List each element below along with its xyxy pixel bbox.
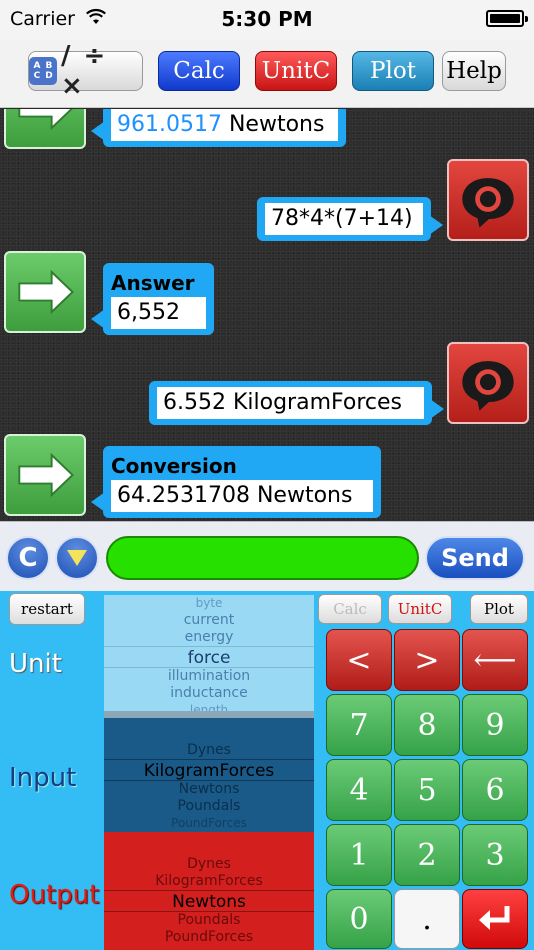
plot-keyboard-button[interactable]: Plot bbox=[470, 594, 528, 624]
picker-option[interactable]: Newtons bbox=[104, 781, 314, 798]
unitc-keyboard-button[interactable]: UnitC bbox=[388, 594, 452, 624]
answer-value[interactable]: 961.0517 Newtons bbox=[111, 109, 338, 141]
answer-heading: Conversion bbox=[111, 454, 237, 478]
speech-bubble-icon bbox=[462, 178, 514, 228]
triangle-down-icon bbox=[67, 550, 87, 566]
answer-avatar bbox=[4, 251, 86, 333]
key-0[interactable]: 0 bbox=[326, 889, 392, 949]
input-unit-picker[interactable]: Dynes KilogramForces Newtons Poundals Po… bbox=[104, 718, 314, 832]
arrow-right-icon bbox=[18, 269, 74, 315]
key-backspace[interactable]: ⟵ bbox=[462, 629, 528, 691]
user-expression[interactable]: 6.552 KilogramForces bbox=[157, 387, 424, 419]
output-label: Output bbox=[9, 880, 100, 910]
top-toolbar: AB CD / ÷ × Calc UnitC Plot Help bbox=[0, 40, 534, 108]
picker-selected-option[interactable]: KilogramForces bbox=[104, 759, 314, 781]
picker-option[interactable]: energy bbox=[104, 629, 314, 646]
unit-keyboard: restart Unit Input Output byte current e… bbox=[0, 591, 534, 950]
picker-divider bbox=[104, 711, 314, 718]
picker-option[interactable]: illumination bbox=[104, 668, 314, 685]
key-5[interactable]: 5 bbox=[394, 759, 460, 821]
send-button[interactable]: Send bbox=[425, 536, 525, 580]
answer-heading: Answer bbox=[111, 271, 195, 295]
plot-mode-button[interactable]: Plot bbox=[352, 51, 434, 91]
arrow-right-icon bbox=[18, 452, 74, 498]
status-bar: Carrier 5:30 PM bbox=[0, 0, 534, 40]
key-9[interactable]: 9 bbox=[462, 694, 528, 756]
picker-option[interactable]: Poundals bbox=[104, 798, 314, 815]
expression-input[interactable] bbox=[106, 536, 419, 580]
answer-avatar bbox=[4, 109, 86, 149]
answer-avatar bbox=[4, 434, 86, 516]
restart-button[interactable]: restart bbox=[9, 593, 85, 625]
key-greater-than[interactable]: > bbox=[394, 629, 460, 691]
calc-mode-button[interactable]: Calc bbox=[158, 51, 240, 91]
calc-keyboard-button[interactable]: Calc bbox=[318, 594, 382, 624]
help-button[interactable]: Help bbox=[442, 51, 506, 91]
key-7[interactable]: 7 bbox=[326, 694, 392, 756]
key-decimal[interactable]: . bbox=[394, 889, 460, 949]
user-bubble: 6.552 KilogramForces bbox=[149, 381, 444, 425]
picker-spacer bbox=[104, 832, 314, 856]
answer-bubble: Conversion 64.2531708 Newtons bbox=[91, 446, 381, 518]
input-label: Input bbox=[9, 763, 77, 793]
user-avatar bbox=[447, 342, 529, 424]
operators-symbols: / ÷ × bbox=[60, 41, 108, 101]
collapse-keyboard-button[interactable] bbox=[55, 536, 99, 580]
chat-history[interactable]: 961.0517 Newtons 78*4*(7+14) Answer 6,55… bbox=[0, 109, 534, 521]
speech-bubble-icon bbox=[462, 361, 514, 411]
answer-value[interactable]: 64.2531708 Newtons bbox=[111, 480, 373, 512]
clock: 5:30 PM bbox=[221, 7, 313, 31]
arrow-right-icon bbox=[18, 109, 73, 131]
answer-bubble: 961.0517 Newtons bbox=[91, 109, 346, 147]
abcd-icon: AB CD bbox=[29, 57, 57, 85]
operators-button[interactable]: AB CD / ÷ × bbox=[28, 41, 143, 101]
user-avatar bbox=[447, 159, 529, 241]
picker-option[interactable]: Dynes bbox=[104, 742, 314, 759]
picker-option[interactable]: Poundals bbox=[104, 912, 314, 929]
clear-button[interactable]: C bbox=[6, 536, 50, 580]
picker-option[interactable]: PoundForces bbox=[104, 815, 314, 832]
picker-option[interactable]: Dynes bbox=[104, 856, 314, 873]
key-1[interactable]: 1 bbox=[326, 824, 392, 886]
output-unit-picker[interactable]: Dynes KilogramForces Newtons Poundals Po… bbox=[104, 832, 314, 950]
picker-option[interactable]: inductance bbox=[104, 685, 314, 702]
key-enter[interactable] bbox=[462, 889, 528, 949]
unit-label: Unit bbox=[9, 649, 62, 679]
user-bubble: 78*4*(7+14) bbox=[257, 197, 443, 241]
picker-option[interactable]: KilogramForces bbox=[104, 873, 314, 890]
answer-value[interactable]: 6,552 bbox=[111, 297, 206, 329]
picker-option[interactable] bbox=[104, 718, 314, 742]
key-3[interactable]: 3 bbox=[462, 824, 528, 886]
picker-option[interactable]: byte bbox=[104, 595, 314, 612]
picker-selected-option[interactable]: force bbox=[104, 646, 314, 668]
picker-option[interactable]: PoundForces bbox=[104, 929, 314, 946]
unitc-mode-button[interactable]: UnitC bbox=[255, 51, 337, 91]
battery-icon bbox=[486, 10, 528, 27]
picker-selected-option[interactable]: Newtons bbox=[104, 890, 314, 912]
picker-option[interactable]: current bbox=[104, 612, 314, 629]
key-8[interactable]: 8 bbox=[394, 694, 460, 756]
answer-bubble: Answer 6,552 bbox=[91, 263, 214, 335]
input-bar: C Send bbox=[0, 521, 534, 591]
key-6[interactable]: 6 bbox=[462, 759, 528, 821]
key-less-than[interactable]: < bbox=[326, 629, 392, 691]
picker-option[interactable]: length bbox=[104, 702, 314, 711]
key-2[interactable]: 2 bbox=[394, 824, 460, 886]
unit-type-picker[interactable]: byte current energy force illumination i… bbox=[104, 595, 314, 711]
key-4[interactable]: 4 bbox=[326, 759, 392, 821]
user-expression[interactable]: 78*4*(7+14) bbox=[265, 203, 423, 235]
return-arrow-icon bbox=[479, 906, 510, 930]
